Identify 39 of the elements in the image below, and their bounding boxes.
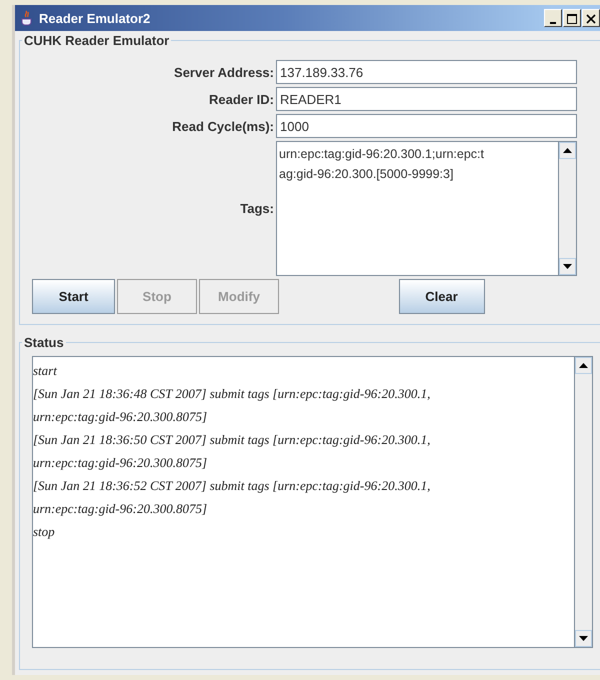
scroll-down-button[interactable] (559, 258, 576, 275)
log-line: urn:epc:tag:gid-96:20.300.8075] (33, 454, 208, 472)
log-line: stop (33, 523, 56, 541)
tags-text: urn:epc:tag:gid-96:20.300.1;urn:epc:t (279, 146, 486, 163)
scrollbar[interactable] (558, 142, 576, 275)
group-title: CUHK Reader Emulator (23, 33, 170, 48)
tags-area[interactable]: urn:epc:tag:gid-96:20.300.1;urn:epc:t ag:gid-96:20.300.[5000-9999:3] (276, 141, 577, 276)
down-arrow-icon (563, 264, 572, 269)
close-icon (586, 14, 596, 24)
scrollbar[interactable] (574, 357, 592, 647)
input-field[interactable]: READER1 (276, 87, 577, 111)
tags-text: ag:gid-96:20.300.[5000-9999:3] (279, 166, 454, 183)
action-button[interactable]: Start (32, 279, 115, 314)
input-field[interactable]: 1000 (276, 114, 577, 138)
up-arrow-icon (563, 148, 572, 153)
scroll-down-button[interactable] (575, 630, 592, 647)
window-title: Reader Emulator2 (39, 10, 150, 26)
field-label: Server Address: (173, 64, 275, 80)
log-line: urn:epc:tag:gid-96:20.300.8075] (33, 500, 208, 518)
log-line: [Sun Jan 21 18:36:52 CST 2007] submit tags [urn:epc:tag:gid-96:20.300.1, (33, 477, 432, 495)
minimize-icon (550, 22, 556, 24)
maximize-icon (567, 14, 577, 24)
log-line: start (33, 362, 58, 380)
field-label: Reader ID: (208, 92, 275, 106)
field-label: Read Cycle(ms): (171, 118, 275, 134)
scroll-up-button[interactable] (575, 357, 592, 374)
down-arrow-icon (579, 636, 588, 641)
input-field[interactable]: 137.189.33.76 (276, 60, 577, 84)
log-line: [Sun Jan 21 18:36:50 CST 2007] submit tags [urn:epc:tag:gid-96:20.300.1, (33, 431, 432, 449)
up-arrow-icon (579, 363, 588, 368)
maximize-button[interactable] (563, 9, 581, 27)
minimize-button[interactable] (544, 9, 562, 27)
field-label: Tags: (239, 201, 275, 216)
log-line: [Sun Jan 21 18:36:48 CST 2007] submit tags [urn:epc:tag:gid-96:20.300.1, (33, 385, 432, 403)
scroll-up-button[interactable] (559, 142, 576, 159)
close-button[interactable] (582, 9, 600, 27)
log-line: urn:epc:tag:gid-96:20.300.8075] (33, 408, 208, 426)
group-title: Status (23, 335, 65, 350)
clear-button[interactable]: Clear (398, 279, 484, 314)
